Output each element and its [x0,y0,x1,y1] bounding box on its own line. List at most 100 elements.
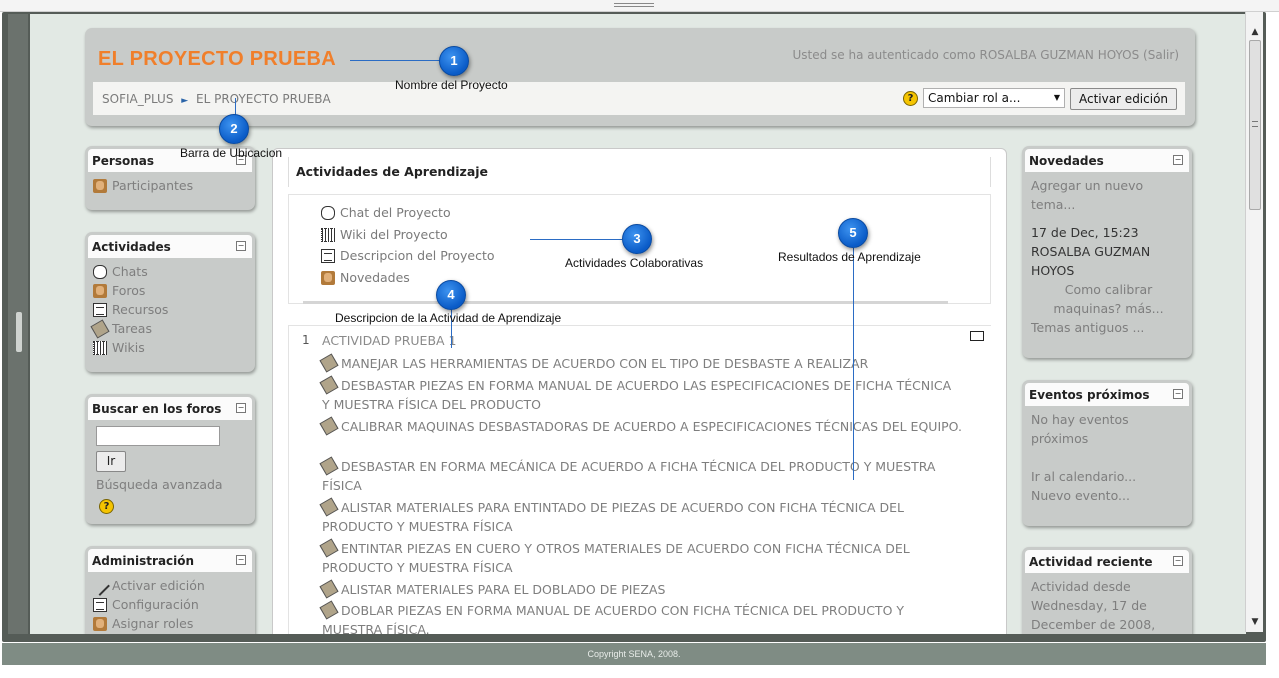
section-title: Actividades de Aprendizaje [296,164,489,179]
block-header: Novedades − [1025,149,1189,172]
browser-frame: EL PROYECTO PRUEBA Usted se ha autentica… [0,0,1279,678]
collab-label: Wiki del Proyecto [340,227,448,242]
assignment-icon [90,318,110,339]
assignment-link[interactable]: DESBASTAR EN FORMA MECÁNICA DE ACUERDO A… [319,456,962,495]
calendar-link[interactable]: Ir al calendario... [1031,467,1186,486]
activity-link-recursos[interactable]: Recursos [93,300,249,319]
forum-search-input[interactable] [96,426,220,446]
topic-section: 1 ACTIVIDAD PRUEBA 1 MANEJAR LAS HERRAMI… [288,325,991,634]
collab-link-news[interactable]: Novedades [321,270,410,285]
assignment-link[interactable]: ENTINTAR PIEZAS EN CUERO Y OTROS MATERIA… [319,538,962,577]
wiki-icon [93,340,107,355]
users-icon [93,178,107,193]
new-event-link[interactable]: Nuevo evento... [1031,486,1186,505]
section-header: Actividades de Aprendizaje [288,157,991,187]
activity-link-wikis[interactable]: Wikis [93,338,249,357]
block-title: Buscar en los foros [92,402,222,416]
forum-search-button[interactable]: Ir [96,451,126,472]
admin-label: Configuración [112,597,199,612]
news-post-link[interactable]: Como calibrar maquinas? más... [1031,280,1186,318]
help-icon[interactable]: ? [903,91,918,106]
activate-edit-button[interactable]: Activar edición [1070,88,1177,110]
assignment-link[interactable]: DOBLAR PIEZAS EN FORMA MANUAL DE ACUERDO… [319,600,962,634]
callout-connector [530,239,622,240]
assignment-icon [319,579,339,599]
collab-link-wiki[interactable]: Wiki del Proyecto [321,227,448,242]
assignment-label: ENTINTAR PIEZAS EN CUERO Y OTROS MATERIA… [322,541,910,575]
callout-label: Nombre del Proyecto [395,78,508,92]
topic-title: ACTIVIDAD PRUEBA 1 [322,333,457,348]
collapse-icon[interactable]: − [236,241,246,251]
navigation-bar: SOFIA_PLUS ► EL PROYECTO PRUEBA ? Cambia… [93,82,1185,115]
add-topic-link[interactable]: Agregar un nuevo tema... [1031,176,1186,214]
admin-link-edit[interactable]: Activar edición [90,575,249,596]
browser-window: EL PROYECTO PRUEBA Usted se ha autentica… [2,12,1266,642]
callout-label: Descripcion de la Actividad de Aprendiza… [335,311,562,325]
participants-link[interactable]: Participantes [93,176,249,195]
breadcrumb-separator-icon: ► [181,96,189,106]
callout-connector [853,248,854,480]
admin-link-settings[interactable]: Configuración [93,595,249,614]
collab-link-description[interactable]: Descripcion del Proyecto [321,248,495,263]
chat-icon [321,205,335,220]
assignment-icon [319,600,339,620]
vertical-scrollbar[interactable]: ▲ ▼ [1245,12,1263,632]
news-date: 17 de Dec, 15:23 [1031,225,1139,240]
role-select-value: Cambiar rol a... [928,91,1021,105]
activity-link-tareas[interactable]: Tareas [90,318,249,339]
assignment-label: CALIBRAR MAQUINAS DESBASTADORAS DE ACUER… [341,419,962,434]
help-icon[interactable]: ? [99,499,114,514]
collapse-icon[interactable]: − [236,403,246,413]
activity-link-chats[interactable]: Chats [93,262,249,281]
document-icon [93,302,107,317]
grip-icon[interactable] [614,3,654,7]
scroll-up-icon[interactable]: ▲ [1249,26,1261,38]
collab-label: Novedades [340,270,410,285]
news-author: ROSALBA GUZMAN HOYOS [1031,244,1151,278]
block-header: Buscar en los foros − [88,397,252,420]
login-info[interactable]: Usted se ha autenticado como ROSALBA GUZ… [793,48,1180,62]
sidebar-handle[interactable] [16,312,22,352]
assignment-link[interactable]: ALISTAR MATERIALES PARA ENTINTADO DE PIE… [319,497,962,536]
role-select[interactable]: Cambiar rol a... ▼ [923,88,1065,108]
topic-toggle-icon[interactable] [970,331,984,341]
collapse-icon[interactable]: − [236,555,246,565]
block-header: Administración − [88,549,252,572]
chevron-down-icon: ▼ [1053,93,1060,102]
assignment-label: MANEJAR LAS HERRAMIENTAS DE ACUERDO CON … [341,356,869,371]
breadcrumb-home-link[interactable]: SOFIA_PLUS [102,92,173,106]
assignment-link[interactable]: ALISTAR MATERIALES PARA EL DOBLADO DE PI… [319,579,962,599]
top-toolbar-strip [0,0,1279,12]
activity-link-foros[interactable]: Foros [93,281,249,300]
block-title: Actividades [92,240,171,254]
older-topics-link[interactable]: Temas antiguos ... [1031,318,1186,337]
collapse-icon[interactable]: − [1173,155,1183,165]
advanced-search-link[interactable]: Búsqueda avanzada [96,477,223,492]
assignment-label: DESBASTAR PIEZAS EN FORMA MANUAL DE ACUE… [322,378,952,412]
assignment-icon [319,416,339,436]
activity-label: Recursos [112,302,169,317]
participants-label: Participantes [112,178,194,193]
section-divider [303,301,948,304]
page-header: EL PROYECTO PRUEBA Usted se ha autentica… [85,28,1195,126]
site-title[interactable]: EL PROYECTO PRUEBA [98,48,336,71]
collapse-icon[interactable]: − [1173,556,1183,566]
assignment-link[interactable]: MANEJAR LAS HERRAMIENTAS DE ACUERDO CON … [319,353,962,373]
assignment-label: ALISTAR MATERIALES PARA EL DOBLADO DE PI… [341,582,666,597]
scroll-down-icon[interactable]: ▼ [1249,616,1261,628]
breadcrumb: SOFIA_PLUS ► EL PROYECTO PRUEBA [102,92,331,106]
collapse-icon[interactable]: − [1173,389,1183,399]
forum-icon [93,283,107,298]
forum-icon [321,270,335,285]
activity-label: Tareas [112,321,152,336]
callout-badge: 2 [219,114,249,144]
block-header: Eventos próximos − [1025,383,1189,406]
block-eventos: Eventos próximos − No hay eventos próxim… [1022,380,1192,526]
assignment-link[interactable]: DESBASTAR PIEZAS EN FORMA MANUAL DE ACUE… [319,375,962,414]
admin-link-roles[interactable]: Asignar roles [93,614,249,633]
assignment-link[interactable]: CALIBRAR MAQUINAS DESBASTADORAS DE ACUER… [319,416,962,436]
block-header: Actividades − [88,235,252,258]
scroll-thumb[interactable] [1249,40,1261,210]
recent-activity-since: Actividad desde Wednesday, 17 de Decembe… [1031,579,1156,632]
collab-link-chat[interactable]: Chat del Proyecto [321,205,451,220]
